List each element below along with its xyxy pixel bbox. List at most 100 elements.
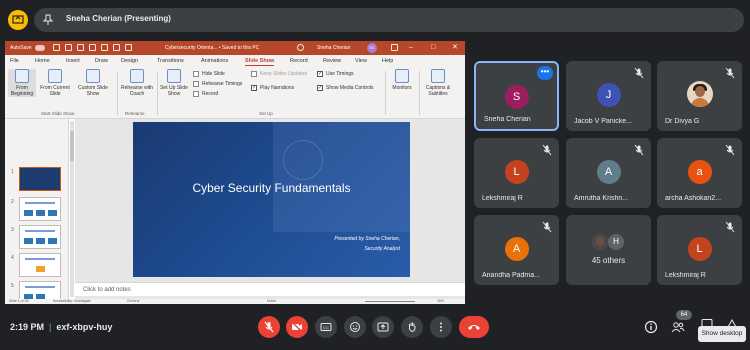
camera-off-icon: [291, 321, 303, 333]
menu-record[interactable]: Record: [290, 58, 308, 64]
show-desktop-tooltip: Show desktop: [698, 326, 746, 342]
maximize-icon[interactable]: □: [431, 44, 435, 51]
menu-help[interactable]: Help: [382, 58, 393, 64]
meeting-info: 2:19 PM | exf-xbpv-huy: [10, 322, 112, 332]
meeting-code: exf-xbpv-huy: [56, 322, 113, 332]
present-now-button[interactable]: [372, 316, 394, 338]
autosave-toggle[interactable]: [35, 45, 45, 51]
menu-transitions[interactable]: Transitions: [157, 58, 184, 64]
accessibility-status[interactable]: Accessibility: Investigate: [53, 299, 91, 303]
menu-view[interactable]: View: [355, 58, 367, 64]
undo-icon[interactable]: [65, 44, 72, 51]
slide-title: Cyber Security Fundamentals: [192, 181, 351, 195]
zoom-slider[interactable]: [365, 301, 415, 302]
captions-button[interactable]: CC: [315, 316, 337, 338]
others-tile[interactable]: H 45 others: [566, 215, 651, 285]
camera-button[interactable]: [286, 316, 308, 338]
custom-slide-show-button[interactable]: Custom Slide Show: [74, 69, 112, 97]
close-icon[interactable]: ✕: [452, 44, 458, 51]
quick-access-icon[interactable]: [101, 44, 108, 51]
play-narrations-checkbox[interactable]: ✓ Play Narrations: [251, 85, 294, 91]
slide-thumbnail-2[interactable]: [19, 197, 61, 221]
captions-subtitles-button[interactable]: Captions & Subtitles: [421, 69, 455, 97]
from-current-slide-button[interactable]: From Current Slide: [38, 69, 72, 97]
participant-tile[interactable]: ••• S Sneha Cherian: [474, 61, 559, 131]
notes-pane[interactable]: Click to add notes: [75, 282, 465, 296]
ppt-menu-bar: File Home Insert Draw Design Transitions…: [5, 55, 465, 67]
minimize-icon[interactable]: –: [409, 44, 413, 51]
menu-home[interactable]: Home: [35, 58, 50, 64]
start-show-icon[interactable]: [89, 44, 96, 51]
people-button[interactable]: [668, 317, 688, 337]
avatar: J: [596, 83, 621, 107]
menu-file[interactable]: File: [10, 58, 19, 64]
avatar: L: [504, 160, 529, 184]
rehearse-with-coach-button[interactable]: Rehearse with Coach: [119, 69, 155, 97]
more-options-icon[interactable]: •••: [537, 66, 553, 80]
participant-name: Sneha Cherian: [484, 116, 531, 123]
participant-name: Anandha Padma...: [482, 272, 540, 279]
mic-off-icon: [542, 144, 552, 156]
more-options-button[interactable]: [430, 316, 452, 338]
participant-tile[interactable]: A Amrutha Krishn...: [566, 138, 651, 208]
record-button[interactable]: Record: [193, 91, 218, 97]
scrollbar-thumb[interactable]: [70, 131, 74, 161]
setup-show-icon: [167, 69, 181, 83]
pin-icon[interactable]: [42, 14, 54, 26]
reactions-button[interactable]: [344, 316, 366, 338]
search-icon[interactable]: [297, 44, 304, 51]
menu-design[interactable]: Design: [121, 58, 138, 64]
participant-tile[interactable]: L Lekshmiraj R: [657, 215, 742, 285]
save-icon[interactable]: [53, 44, 60, 51]
set-up-slide-show-button[interactable]: Set Up Slide Show: [159, 69, 189, 97]
current-time: 2:19 PM: [10, 322, 45, 332]
participant-tile[interactable]: J Jacob V Panicke...: [566, 61, 651, 131]
ppt-title-bar: AutoSave Cybersecurity Orienta... • Save…: [5, 41, 465, 55]
presentation-icon[interactable]: [8, 10, 28, 30]
zoom-level[interactable]: 45%: [437, 299, 444, 303]
sensitivity-label[interactable]: General: [127, 299, 139, 303]
notes-button[interactable]: Notes: [267, 299, 276, 303]
slide-thumbnail-4[interactable]: [19, 253, 61, 277]
participant-tile[interactable]: L Lekshmiraj R: [474, 138, 559, 208]
microphone-button[interactable]: [258, 316, 280, 338]
slide-thumbnail-3[interactable]: [19, 225, 61, 249]
menu-review[interactable]: Review: [323, 58, 341, 64]
hide-slide-button[interactable]: Hide Slide: [193, 71, 225, 77]
divider: |: [49, 322, 52, 332]
new-slide-icon[interactable]: [113, 44, 120, 51]
presenter-role-text: Security Analyst: [364, 246, 400, 252]
mic-off-icon: [264, 321, 274, 333]
ribbon-display-icon[interactable]: [391, 44, 398, 51]
hand-icon: [408, 322, 416, 333]
ppt-user-avatar[interactable]: SC: [367, 43, 377, 53]
leave-call-button[interactable]: [459, 316, 489, 338]
slide-thumbnail-1[interactable]: [19, 167, 61, 191]
thumbnail-scrollbar[interactable]: [70, 121, 74, 297]
participant-tile[interactable]: A Anandha Padma...: [474, 215, 559, 285]
use-timings-checkbox[interactable]: ✓ Use Timings: [317, 71, 354, 77]
avatar: H: [608, 234, 624, 250]
participant-tile[interactable]: Dr Divya G: [657, 61, 742, 131]
from-beginning-button[interactable]: From Beginning: [8, 69, 36, 97]
avatar: a: [687, 160, 712, 184]
ribbon-separator: [117, 71, 118, 115]
menu-slide-show[interactable]: Slide Show: [245, 58, 275, 66]
menu-animations[interactable]: Animations: [201, 58, 228, 64]
menu-insert[interactable]: Insert: [66, 58, 80, 64]
monitors-button[interactable]: Monitors: [387, 69, 417, 91]
redo-icon[interactable]: [77, 44, 84, 51]
participant-tile[interactable]: a archa Ashokan2...: [657, 138, 742, 208]
raise-hand-button[interactable]: [401, 316, 423, 338]
show-media-controls-checkbox[interactable]: ✓ Show Media Controls: [317, 85, 374, 91]
menu-draw[interactable]: Draw: [95, 58, 108, 64]
meeting-control-bar: 2:19 PM | exf-xbpv-huy CC 64 Show desktop: [0, 310, 750, 350]
keep-slides-updated-checkbox[interactable]: Keep Slides Updated: [251, 71, 307, 77]
participant-count-badge: 64: [676, 310, 692, 320]
meeting-details-button[interactable]: [641, 317, 661, 337]
checkbox-icon: [251, 71, 257, 77]
current-slide[interactable]: Cyber Security Fundamentals Presented by…: [133, 122, 410, 277]
customize-icon[interactable]: [125, 44, 132, 51]
group-start-slide-show: Start Slide Show: [41, 111, 75, 116]
rehearse-timings-button[interactable]: Rehearse Timings: [193, 81, 242, 87]
